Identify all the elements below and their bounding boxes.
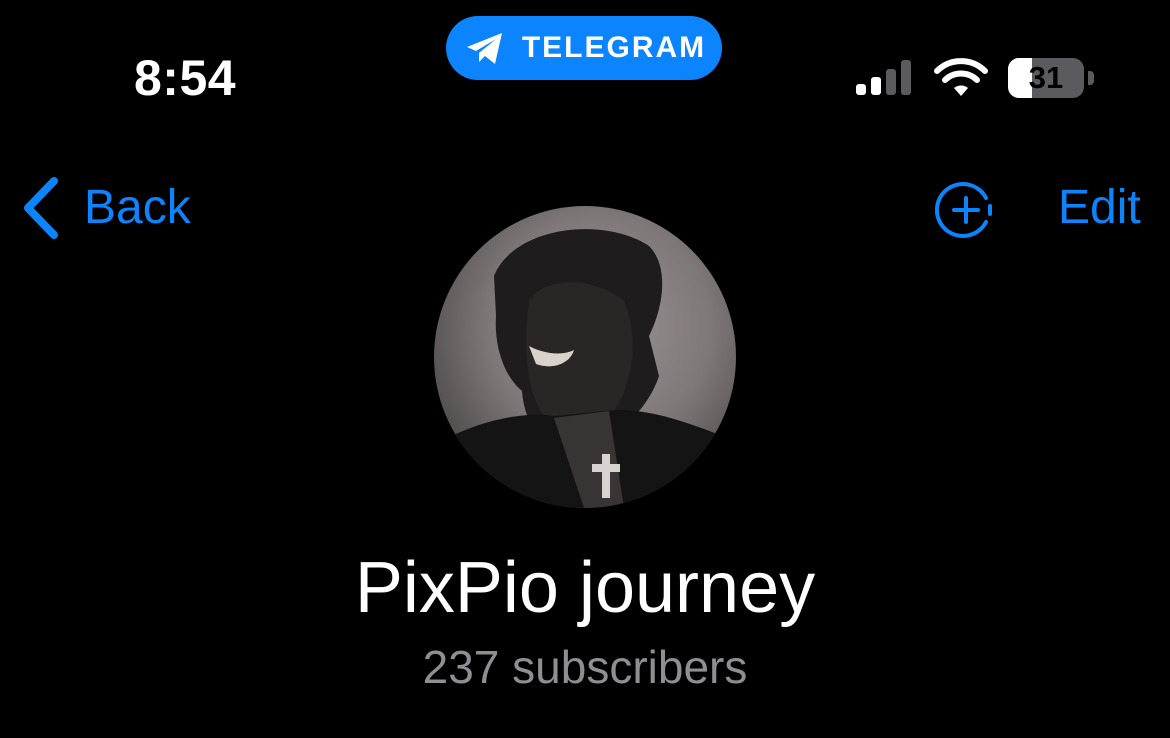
chevron-left-icon: [24, 177, 58, 239]
signal-icon: [856, 60, 911, 95]
subscriber-count: 237 subscribers: [422, 641, 748, 693]
back-label: Back: [84, 181, 191, 234]
battery-cap: [1088, 71, 1094, 85]
battery-icon: 31: [1008, 58, 1096, 100]
channel-name: PixPio journey: [354, 548, 816, 628]
add-story-button[interactable]: [934, 178, 998, 242]
battery-level: 31: [1028, 60, 1064, 95]
battery-body: 31: [1008, 58, 1084, 98]
add-story-icon: [935, 182, 992, 238]
return-to-app-pill[interactable]: TELEGRAM: [446, 16, 722, 80]
wifi-icon: [934, 58, 988, 96]
edit-button[interactable]: Edit: [1058, 170, 1141, 246]
avatar-photo: [434, 229, 736, 508]
status-bar: 8:54 TELEGRAM 31: [0, 0, 1170, 130]
back-button[interactable]: Back: [20, 170, 191, 246]
app-pill-label: TELEGRAM: [521, 31, 707, 64]
channel-avatar[interactable]: [434, 206, 736, 508]
status-time: 8:54: [134, 50, 237, 106]
telegram-icon: [466, 33, 502, 64]
